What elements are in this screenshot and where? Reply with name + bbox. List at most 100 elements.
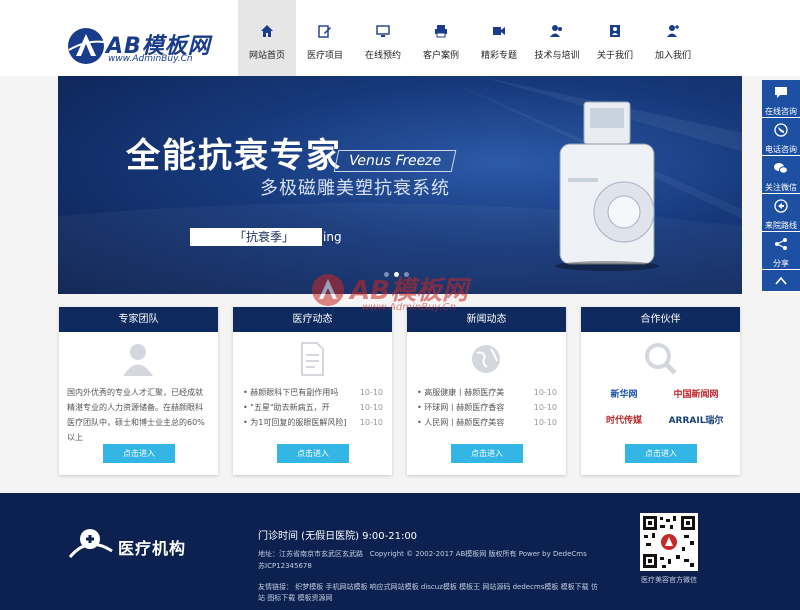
arrow-up-icon: [775, 276, 787, 285]
list-item-date: 10-10: [533, 418, 557, 427]
list-item-title: • 环球网丨赫颜医疗香容: [417, 403, 505, 412]
banner-tag-suffix: ing: [323, 230, 342, 244]
card-partners: 合作伙伴 新华网 中国新闻网 时代传媒 ARRAIL瑞尔 点击进入: [581, 307, 740, 475]
side-item-label: 关注微信: [765, 183, 797, 192]
partner-logo[interactable]: ARRAIL瑞尔: [665, 411, 727, 431]
qr-code-image: [640, 513, 698, 571]
partner-logo[interactable]: 中国新闻网: [665, 385, 727, 405]
side-item-label: 在线咨询: [765, 107, 797, 116]
person-icon: [123, 344, 153, 376]
contact-icon: [610, 25, 620, 37]
banner-headline: 全能抗衰专家: [126, 136, 342, 176]
home-icon: [261, 25, 273, 37]
list-item-title: • 为1可回复的服眼医解风险]: [243, 418, 347, 427]
list-item-title: • 人民网丨赫颜医疗美容: [417, 418, 505, 427]
side-item-route[interactable]: 来院路线: [762, 194, 800, 232]
banner-product-name: Venus Freeze: [333, 150, 457, 172]
news-list: • 高服健康丨赫颜医疗美 10-10 • 环球网丨赫颜医疗香容 10-10 • 人民…: [417, 385, 557, 430]
banner-tag: 「抗衰季」: [190, 228, 322, 246]
experts-enter-button[interactable]: 点击进入: [103, 444, 175, 463]
list-item[interactable]: • 人民网丨赫颜医疗美容 10-10: [417, 415, 557, 430]
nav-label: 客户案例: [422, 51, 459, 61]
video-icon: [493, 27, 505, 35]
chat-icon: [775, 87, 787, 98]
card-experts: 专家团队 国内外优秀的专业人才汇聚，已经成就精湛专业的人力资源储备。在赫颜眼科医…: [59, 307, 218, 475]
nav-item-training[interactable]: 技术与培训: [528, 0, 586, 76]
device-image: [555, 101, 659, 271]
nav-item-topics[interactable]: 精彩专题: [470, 0, 528, 76]
site-logo[interactable]: AB模板网 www.AdminBuy.Cn: [66, 24, 216, 68]
side-float-bar: 在线咨询 电话咨询 关注微信 来院路线 分享: [762, 80, 800, 292]
monitor-icon: [376, 25, 390, 37]
footer-copyright: Copyright © 2002-2017 AB模板网 版权所有 Power b…: [369, 550, 587, 558]
nav-item-about[interactable]: 关于我们: [586, 0, 644, 76]
nav-label: 加入我们: [654, 51, 691, 61]
hero-banner[interactable]: 全能抗衰专家 Venus Freeze 多极磁雕美塑抗衰系统 「抗衰季」 ing: [58, 76, 742, 294]
nav-label: 关于我们: [596, 51, 633, 61]
footer-logo[interactable]: 医疗机构: [66, 527, 185, 565]
site-footer: 医疗机构 门诊时间 (无假日医院) 9:00-21:00 地址：江苏省南京市玄武…: [0, 493, 800, 610]
list-item-date: 10-10: [359, 418, 383, 427]
list-item-date: 10-10: [359, 403, 383, 412]
wechat-icon: [774, 163, 788, 174]
footer-logo-icon: [68, 529, 113, 558]
medical-news-list: • 赫颜眼科下巴有副作用吗 10-10 • "五星"助去新病五，开 10-10 • …: [243, 385, 383, 430]
side-item-label: 分享: [773, 259, 789, 268]
nav-item-home[interactable]: 网站首页: [238, 0, 296, 76]
nav-item-cases[interactable]: 客户案例: [412, 0, 470, 76]
nav-label: 技术与培训: [534, 51, 580, 61]
footer-address: 地址：江苏省南京市玄武区玄武路: [258, 550, 363, 558]
list-item-date: 10-10: [533, 388, 557, 397]
side-item-label: 来院路线: [765, 221, 797, 230]
partners-enter-button[interactable]: 点击进入: [625, 444, 697, 463]
logo-url-text: www.AdminBuy.Cn: [108, 54, 193, 64]
nav-item-medical[interactable]: 医疗项目: [296, 0, 354, 76]
users-icon: [550, 25, 562, 37]
partner-logos: 新华网 中国新闻网 时代传媒 ARRAIL瑞尔: [593, 381, 733, 437]
nav-item-join[interactable]: 加入我们: [644, 0, 702, 76]
watermark-url: www.AdminBuy.Cn: [362, 302, 456, 313]
list-item-title: • 高服健康丨赫颜医疗美: [417, 388, 505, 397]
magnifier-icon: [645, 343, 677, 375]
route-icon: [774, 199, 788, 213]
share-icon: [775, 238, 787, 250]
side-item-wechat[interactable]: 关注微信: [762, 156, 800, 194]
nav-item-booking[interactable]: 在线预约: [354, 0, 412, 76]
side-item-online-chat[interactable]: 在线咨询: [762, 80, 800, 118]
document-icon: [301, 342, 324, 376]
site-header: AB模板网 www.AdminBuy.Cn 网站首页 医疗项目 在线预约 客户案…: [0, 0, 800, 76]
side-item-label: 电话咨询: [765, 145, 797, 154]
list-item-date: 10-10: [359, 388, 383, 397]
card-description: 国内外优秀的专业人才汇聚，已经成就精湛专业的人力资源储备。在赫颜眼科医疗团队中，…: [67, 388, 205, 442]
list-item[interactable]: • 赫颜眼科下巴有副作用吗 10-10: [243, 385, 383, 400]
edit-icon: [318, 25, 331, 38]
side-item-phone[interactable]: 电话咨询: [762, 118, 800, 156]
user-add-icon: [667, 25, 679, 37]
banner-subtitle: 多极磁雕美塑抗衰系统: [260, 178, 450, 199]
phone-icon: [774, 123, 788, 137]
footer-icp[interactable]: 苏ICP12345678: [258, 560, 598, 572]
medical-enter-button[interactable]: 点击进入: [277, 444, 349, 463]
footer-brand: 医疗机构: [118, 539, 187, 558]
footer-hours: 门诊时间 (无假日医院) 9:00-21:00: [258, 531, 418, 542]
footer-friend-links[interactable]: 友情链接： 织梦模板 手机网站模板 响应式网站模板 discuz模板 模板王 网…: [258, 582, 598, 604]
list-item[interactable]: • 高服健康丨赫颜医疗美 10-10: [417, 385, 557, 400]
list-item[interactable]: • "五星"助去新病五，开 10-10: [243, 400, 383, 415]
side-back-to-top[interactable]: [762, 270, 800, 292]
footer-info: 门诊时间 (无假日医院) 9:00-21:00 地址：江苏省南京市玄武区玄武路 …: [258, 527, 598, 604]
partner-logo[interactable]: 新华网: [593, 385, 655, 405]
logo-mark-icon: [68, 28, 105, 64]
side-item-share[interactable]: 分享: [762, 232, 800, 270]
list-item[interactable]: • 环球网丨赫颜医疗香容 10-10: [417, 400, 557, 415]
nav-label: 网站首页: [248, 51, 285, 61]
main-nav: 网站首页 医疗项目 在线预约 客户案例 精彩专题 技术与培训 关于我们 加入我们: [238, 0, 702, 76]
list-item[interactable]: • 为1可回复的服眼医解风险] 10-10: [243, 415, 383, 430]
card-title: 专家团队: [59, 307, 218, 332]
list-item-date: 10-10: [533, 403, 557, 412]
nav-label: 医疗项目: [306, 51, 343, 61]
footer-address-line: 地址：江苏省南京市玄武区玄武路 Copyright © 2002-2017 AB…: [258, 548, 598, 560]
card-title: 合作伙伴: [581, 307, 740, 332]
watermark: AB模板网 www.AdminBuy.Cn: [306, 268, 506, 324]
news-enter-button[interactable]: 点击进入: [451, 444, 523, 463]
partner-logo[interactable]: 时代传媒: [593, 411, 655, 431]
